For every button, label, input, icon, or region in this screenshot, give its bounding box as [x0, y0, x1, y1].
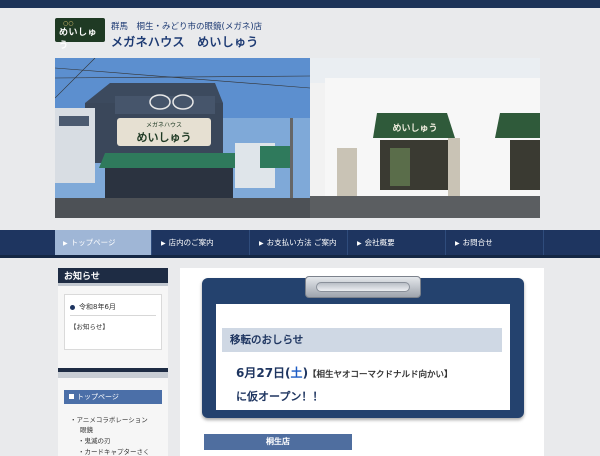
sidebar-separator [58, 368, 168, 378]
chevron-right-icon: ▶ [357, 240, 362, 247]
nav-item-label: 店内のご案内 [168, 238, 214, 247]
hero-sign-left: めいしゅう [137, 131, 192, 144]
nav-item-label: お支払い方法 ご案内 [266, 238, 337, 247]
notice-location: 【相生ヤオコーマクドナルド向かい】 [308, 370, 453, 380]
nav-item-label: 会社概要 [364, 238, 395, 247]
nav-item-label: トップページ [70, 238, 116, 247]
site-logo[interactable]: ○○ めいしゅう [55, 18, 105, 51]
logo-text: めいしゅう [59, 28, 98, 51]
nav-item-label: お問合せ [462, 238, 493, 247]
news-box: 令和8年6月 【お知らせ】 [64, 294, 162, 350]
chevron-right-icon: ▶ [63, 240, 68, 247]
sidebar-heading: お知らせ [58, 268, 168, 286]
top-bar [0, 0, 600, 8]
sidebar-subitem-glasses[interactable]: 眼鏡 [80, 424, 93, 434]
sidebar-subitem-anime[interactable]: ・アニメコラボレーション [70, 414, 148, 424]
hero-sign-right: めいしゅう [392, 123, 437, 134]
square-bullet-icon [69, 394, 74, 399]
hero-sign-small: メガネハウス [146, 121, 182, 129]
site-name[interactable]: メガネハウス めいしゅう [111, 33, 259, 50]
notice-date-text: 6月27日( [236, 366, 291, 380]
notice-date: 6月27日(土)【相生ヤオコーマクドナルド向かい】 [236, 364, 453, 381]
hero-image: メガネハウス めいしゅう めいしゅう [55, 58, 540, 218]
bullet-icon [70, 304, 75, 310]
news-date[interactable]: 令和8年6月 [70, 302, 116, 312]
notice-clipboard: 移転のおしらせ 6月27日(土)【相生ヤオコーマクドナルド向かい】 に仮オープン… [202, 276, 524, 418]
nav-item-top[interactable]: ▶ トップページ [55, 230, 152, 255]
clip-icon [305, 276, 421, 298]
nav-underline [0, 255, 600, 258]
nav-item-payment[interactable]: ▶ お支払い方法 ご案内 [251, 230, 348, 255]
branch-heading: 桐生店 [204, 434, 352, 450]
nav-item-contact[interactable]: ▶ お問合せ [447, 230, 544, 255]
notice-paper: 移転のおしらせ 6月27日(土)【相生ヤオコーマクドナルド向かい】 に仮オープン… [216, 304, 510, 410]
sidebar: お知らせ 令和8年6月 【お知らせ】 トップページ ・アニメコラボレーション 眼… [58, 268, 168, 456]
site-tagline: 群馬 桐生・みどり市の眼鏡(メガネ)店 [111, 22, 263, 32]
notice-open: に仮オープン！！ [236, 390, 324, 403]
news-category: 【お知らせ】 [70, 323, 109, 331]
nav-item-store[interactable]: ▶ 店内のご案内 [153, 230, 250, 255]
notice-title: 移転のおしらせ [222, 328, 502, 352]
news-date-text: 令和8年6月 [79, 303, 116, 311]
sidebar-item-top[interactable]: トップページ [64, 390, 162, 404]
nav-item-company[interactable]: ▶ 会社概要 [349, 230, 446, 255]
notice-day: 土 [290, 366, 303, 380]
chevron-right-icon: ▶ [161, 240, 166, 247]
sidebar-subitem-ccsakura[interactable]: ・カードキャプターさく [78, 446, 150, 456]
clip-inner [316, 282, 410, 292]
chevron-right-icon: ▶ [455, 240, 460, 247]
sidebar-item-label: トップページ [77, 393, 119, 401]
sidebar-subitem-kimetsu[interactable]: ・鬼滅の刃 [78, 435, 111, 445]
chevron-right-icon: ▶ [259, 240, 264, 247]
divider [70, 315, 156, 316]
main-content: 移転のおしらせ 6月27日(土)【相生ヤオコーマクドナルド向かい】 に仮オープン… [180, 268, 544, 456]
main-nav: ▶ トップページ ▶ 店内のご案内 ▶ お支払い方法 ご案内 ▶ 会社概要 ▶ お問合せ [0, 230, 600, 258]
